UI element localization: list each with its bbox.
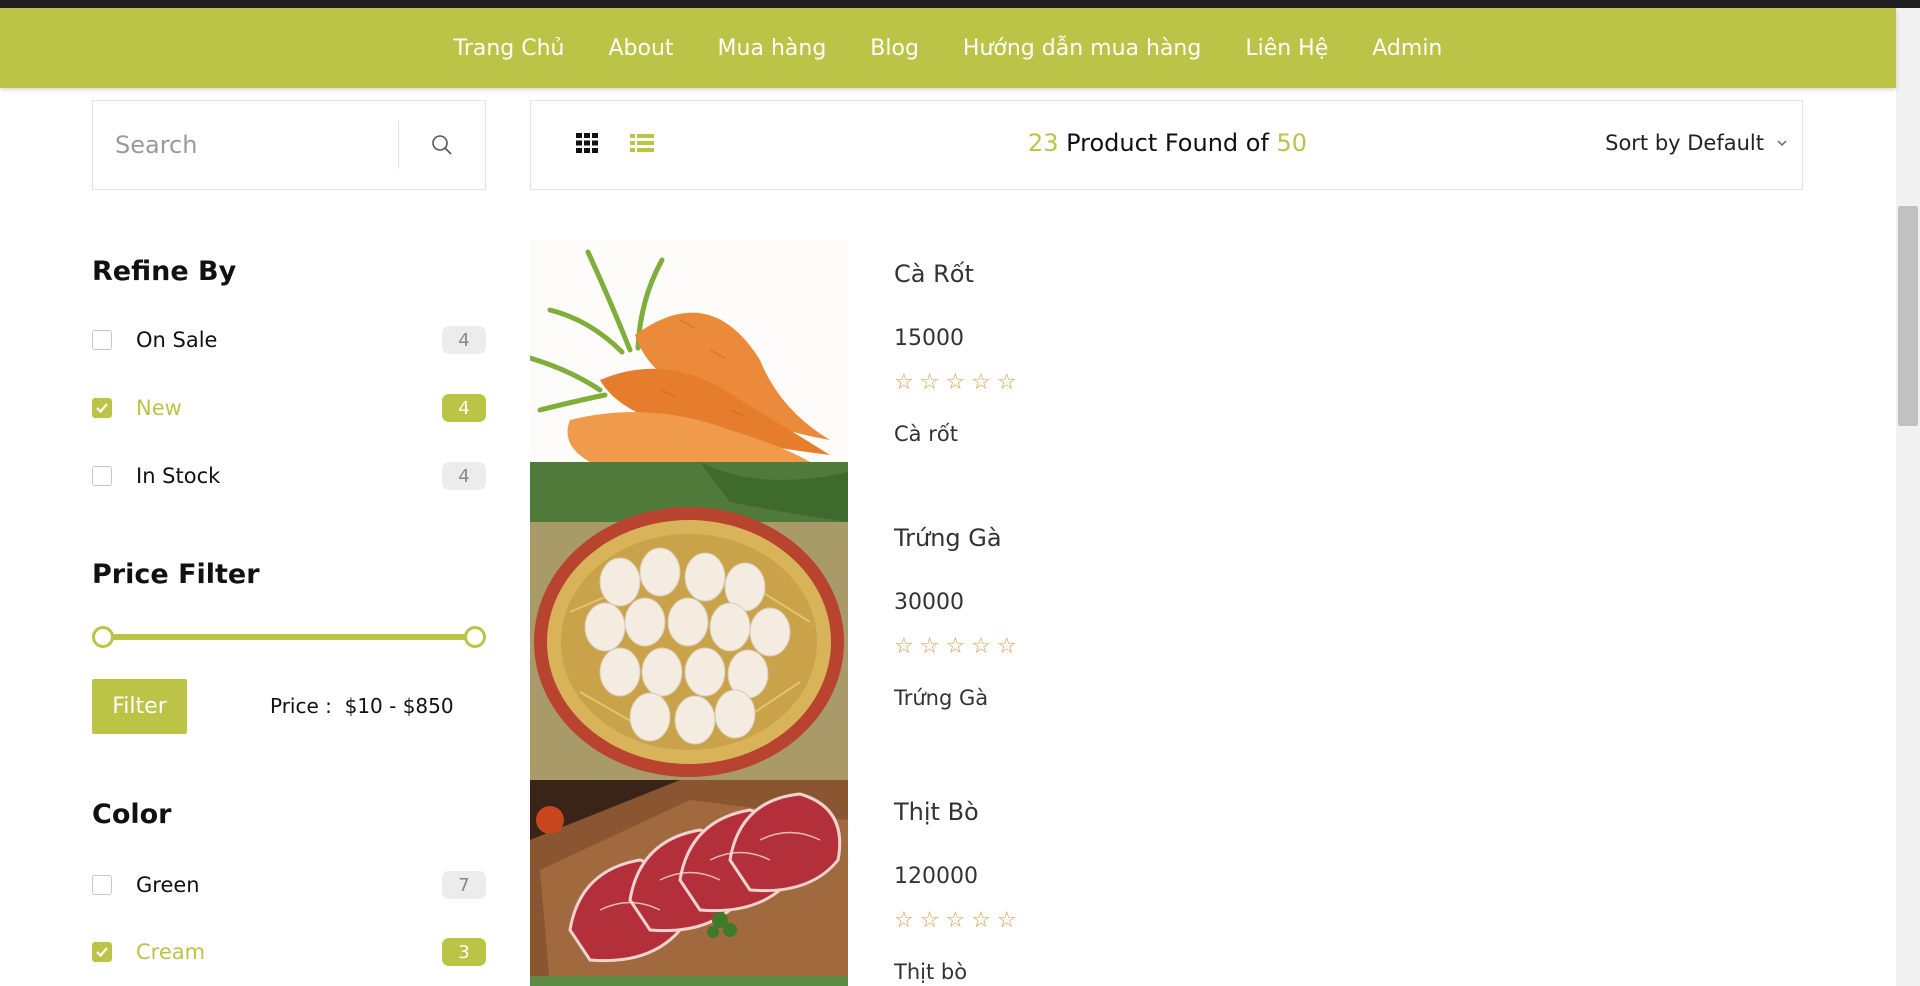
- product-name[interactable]: Trứng Gà: [894, 524, 1002, 552]
- checkbox[interactable]: [92, 875, 112, 895]
- product-description: Trứng Gà: [894, 686, 989, 710]
- count-badge: 3: [442, 938, 486, 966]
- nav-item-admin[interactable]: Admin: [1372, 36, 1442, 61]
- refine-title: Refine By: [92, 256, 237, 287]
- count-badge: 7: [442, 871, 486, 899]
- product-description: Thịt bò: [894, 960, 968, 984]
- count-badge: 4: [442, 326, 486, 354]
- filter-new[interactable]: New 4: [92, 390, 486, 426]
- sort-dropdown[interactable]: Sort by Default: [1605, 131, 1788, 155]
- nav-item-shop[interactable]: Mua hàng: [718, 36, 827, 61]
- checkbox[interactable]: [92, 466, 112, 486]
- product-description: Cà rốt: [894, 422, 958, 446]
- product-image-eggs[interactable]: [530, 462, 848, 780]
- carrot-image: [530, 240, 848, 462]
- eggs-basket-image: [530, 462, 848, 780]
- rating-stars: ☆☆☆☆☆: [894, 634, 1023, 659]
- rating-stars: ☆☆☆☆☆: [894, 908, 1023, 933]
- price-range-label: Price : $10 - $850: [270, 694, 454, 718]
- filter-button[interactable]: Filter: [92, 679, 187, 734]
- product-price: 15000: [894, 326, 964, 351]
- filter-label: Green: [136, 873, 200, 897]
- filter-label: In Stock: [136, 464, 221, 488]
- color-filter-title: Color: [92, 799, 172, 830]
- filter-on-sale[interactable]: On Sale 4: [92, 322, 486, 358]
- sort-label: Sort by Default: [1605, 131, 1764, 155]
- product-item: Trứng Gà 30000 ☆☆☆☆☆ Trứng Gà: [530, 462, 1800, 780]
- filter-color-green[interactable]: Green 7: [92, 867, 486, 903]
- filter-label: New: [136, 396, 182, 420]
- total-count: 50: [1276, 129, 1308, 157]
- beef-slices-image: [530, 780, 848, 986]
- product-item: Cà Rốt 15000 ☆☆☆☆☆ Cà rốt: [530, 240, 1800, 462]
- check-icon: [96, 403, 108, 414]
- check-icon: [96, 947, 108, 958]
- checkbox-checked[interactable]: [92, 942, 112, 962]
- count-badge: 4: [442, 462, 486, 490]
- product-item: Thịt Bò 120000 ☆☆☆☆☆ Thịt bò: [530, 780, 1800, 986]
- checkbox[interactable]: [92, 330, 112, 350]
- product-image-carrot[interactable]: [530, 240, 848, 462]
- nav-item-blog[interactable]: Blog: [870, 36, 919, 61]
- product-name[interactable]: Thịt Bò: [894, 798, 979, 826]
- filter-label: On Sale: [136, 328, 218, 352]
- page-scrollbar[interactable]: [1896, 8, 1920, 986]
- search-input[interactable]: [93, 121, 399, 169]
- count-badge: 4: [442, 394, 486, 422]
- product-price: 30000: [894, 590, 964, 615]
- nav-item-about[interactable]: About: [609, 36, 674, 61]
- search-icon: [432, 135, 452, 155]
- product-toolbar: 23 Product Found of 50 Sort by Default: [530, 100, 1803, 190]
- price-slider-min-handle[interactable]: [92, 626, 114, 648]
- scrollbar-thumb[interactable]: [1898, 206, 1918, 426]
- price-slider-max-handle[interactable]: [464, 626, 486, 648]
- nav-item-home[interactable]: Trang Chủ: [454, 36, 565, 61]
- product-image-beef[interactable]: [530, 780, 848, 986]
- search-button[interactable]: [399, 100, 485, 190]
- checkbox-checked[interactable]: [92, 398, 112, 418]
- product-name[interactable]: Cà Rốt: [894, 260, 974, 288]
- price-filter-title: Price Filter: [92, 559, 260, 590]
- price-slider-track[interactable]: [103, 634, 475, 640]
- rating-stars: ☆☆☆☆☆: [894, 370, 1023, 395]
- search-box: [92, 100, 486, 190]
- found-text: Product Found of: [1058, 129, 1277, 157]
- nav-item-contact[interactable]: Liên Hệ: [1245, 36, 1328, 61]
- filter-color-cream[interactable]: Cream 3: [92, 934, 486, 970]
- product-price: 120000: [894, 864, 978, 889]
- filter-label: Cream: [136, 940, 206, 964]
- browser-top-strip: [0, 0, 1920, 8]
- nav-item-guide[interactable]: Hướng dẫn mua hàng: [963, 36, 1201, 61]
- found-count: 23: [1027, 129, 1059, 157]
- filter-in-stock[interactable]: In Stock 4: [92, 458, 486, 494]
- main-navbar: Trang Chủ About Mua hàng Blog Hướng dẫn …: [0, 8, 1896, 88]
- chevron-down-icon: [1777, 140, 1787, 147]
